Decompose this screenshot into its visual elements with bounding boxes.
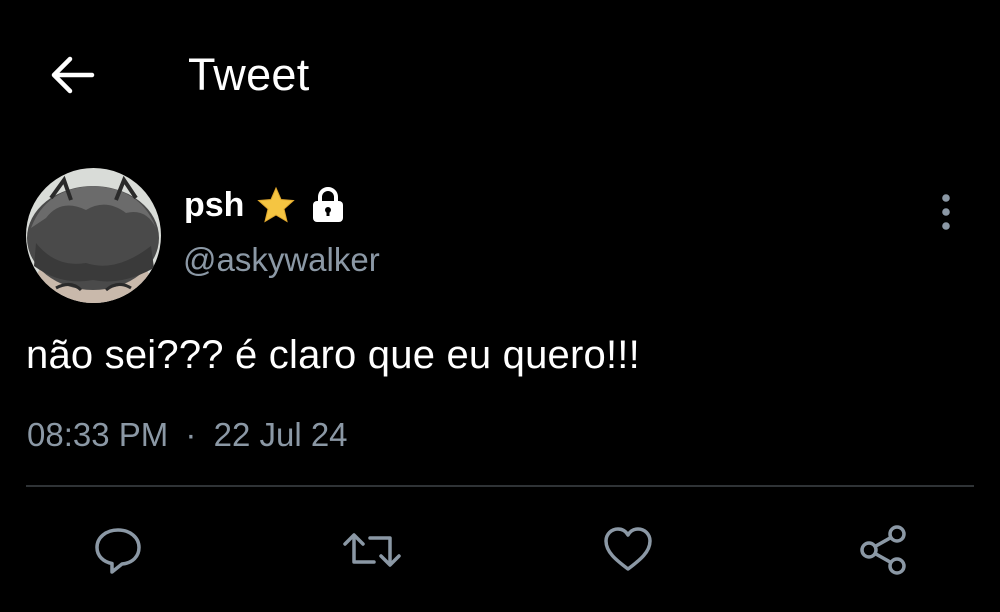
reply-icon bbox=[95, 528, 141, 574]
heart-icon bbox=[604, 527, 652, 571]
tweet-date: 22 Jul 24 bbox=[213, 416, 348, 453]
more-vertical-icon bbox=[942, 194, 950, 230]
back-button[interactable] bbox=[48, 50, 98, 100]
tweet-time: 08:33 PM bbox=[27, 416, 169, 453]
tweet-timestamp: 08:33 PM · 22 Jul 24 bbox=[27, 416, 348, 454]
retweet-icon bbox=[343, 533, 401, 567]
retweet-button[interactable] bbox=[342, 522, 401, 578]
star-icon bbox=[257, 186, 296, 223]
arrow-left-icon bbox=[51, 56, 95, 94]
tweet-text: não sei??? é claro que eu quero!!! bbox=[26, 333, 640, 377]
display-name[interactable]: psh bbox=[184, 186, 244, 225]
lock-icon bbox=[313, 187, 344, 222]
divider bbox=[26, 485, 974, 487]
share-button[interactable] bbox=[856, 522, 912, 578]
like-button[interactable] bbox=[600, 522, 656, 578]
share-icon bbox=[860, 525, 906, 575]
timestamp-separator: · bbox=[185, 416, 197, 453]
username[interactable]: @askywalker bbox=[183, 241, 380, 279]
page-title: Tweet bbox=[188, 49, 310, 100]
reply-button[interactable] bbox=[90, 522, 146, 578]
avatar[interactable] bbox=[26, 168, 161, 303]
more-options-button[interactable] bbox=[928, 188, 964, 236]
